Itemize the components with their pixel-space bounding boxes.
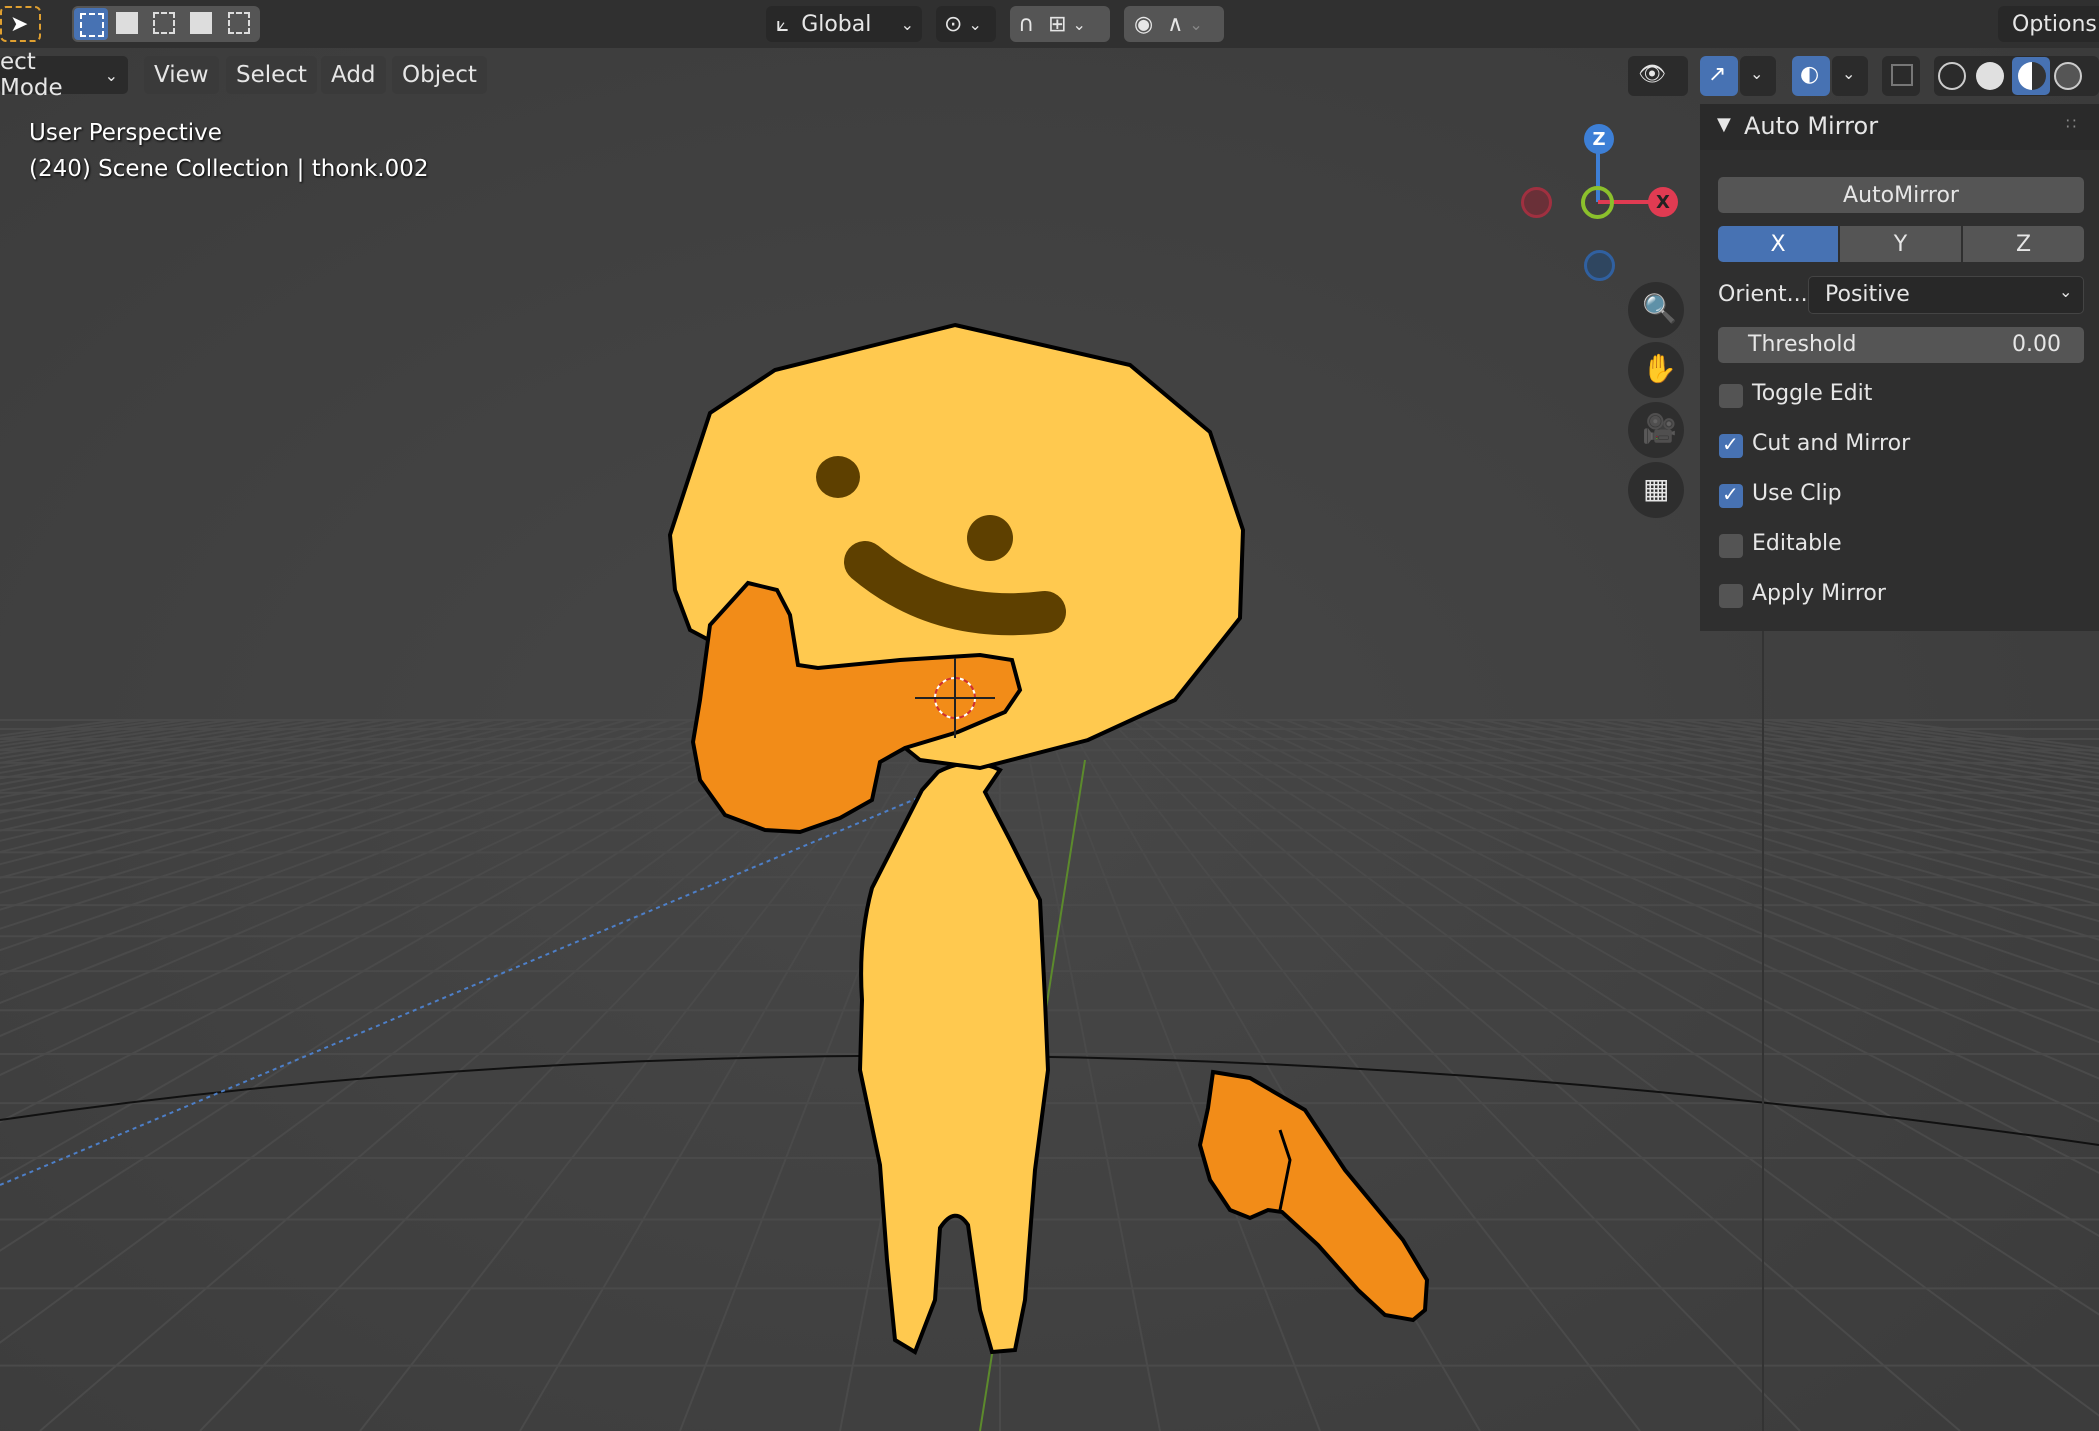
mode-dropdown[interactable]: ect Mode ⌄ <box>0 49 128 101</box>
chevron-down-icon: ⌄ <box>1189 14 1203 34</box>
scene-collection-label: (240) Scene Collection | thonk.002 <box>29 156 429 182</box>
xray-toggle[interactable] <box>1882 56 1920 96</box>
chevron-down-icon: ⌄ <box>2059 282 2073 301</box>
object-visibility-dropdown[interactable]: 👁 <box>1628 56 1688 96</box>
zoom-button[interactable]: 🔍 <box>1628 282 1684 338</box>
gizmo-icon: ↗ <box>1708 62 1727 87</box>
cut-and-mirror-label: Cut and Mirror <box>1752 431 1911 456</box>
eye-icon: 👁 <box>1638 62 1666 87</box>
pivot-point-dropdown[interactable]: ⊙ ⌄ <box>936 6 996 42</box>
orient-dropdown[interactable]: Positive ⌄ <box>1808 276 2084 314</box>
axis-y-button[interactable]: Y <box>1840 226 1961 262</box>
orient-label: Orient... <box>1718 282 1808 307</box>
view-perspective-label: User Perspective <box>29 120 222 146</box>
select-box-icon <box>80 13 104 37</box>
gizmo-toggle[interactable]: ↗ <box>1700 56 1738 96</box>
select-subtract-icon[interactable] <box>153 12 175 34</box>
snap-toggle[interactable]: ∩ ⊞ ⌄ <box>1010 6 1110 42</box>
snap-increment-icon: ⊞ <box>1048 11 1067 37</box>
pivot-icon: ⊙ <box>944 11 963 37</box>
camera-icon: 🎥 <box>1642 412 1677 445</box>
threshold-label: Threshold <box>1748 332 1857 357</box>
overlay-icon: ◐ <box>1800 62 1820 87</box>
use-clip-label: Use Clip <box>1752 481 1842 506</box>
panel-header[interactable]: ▼ Auto Mirror ∷ <box>1700 104 2099 150</box>
overlay-toggle[interactable]: ◐ <box>1792 56 1830 96</box>
gizmo-dropdown[interactable]: ⌄ <box>1740 56 1776 96</box>
material-preview-icon <box>2018 62 2046 90</box>
automirror-button[interactable]: AutoMirror <box>1718 177 2084 213</box>
view-menu[interactable]: View <box>144 56 219 94</box>
camera-view-button[interactable]: 🎥 <box>1628 402 1684 458</box>
zoom-icon: 🔍 <box>1642 292 1677 325</box>
object-menu[interactable]: Object <box>392 56 487 94</box>
z-axis-label: Z <box>1592 128 1606 150</box>
select-intersect-icon[interactable] <box>228 12 250 34</box>
chevron-down-icon: ⌄ <box>900 14 914 34</box>
cursor-icon: ➤ <box>10 11 29 37</box>
select-tool-button[interactable]: ➤ <box>0 6 41 42</box>
magnet-icon: ∩ <box>1018 11 1035 37</box>
add-menu[interactable]: Add <box>321 56 386 94</box>
cut-and-mirror-checkbox[interactable]: ✓ <box>1719 432 1743 458</box>
falloff-icon: ∧ <box>1167 11 1184 37</box>
transform-orientation-dropdown[interactable]: ⟀ Global ⌄ <box>766 6 922 42</box>
chevron-down-icon: ⌄ <box>1750 64 1764 83</box>
grid-icon: ▦ <box>1643 472 1670 505</box>
solid-shading-button[interactable] <box>1976 62 2004 90</box>
chevron-down-icon: ⌄ <box>1842 64 1856 83</box>
toggle-perspective-button[interactable]: ▦ <box>1628 462 1684 518</box>
drag-handle-icon[interactable]: ∷ <box>2066 114 2076 133</box>
wireframe-shading-button[interactable] <box>1938 62 1966 90</box>
proportional-icon: ◉ <box>1134 11 1154 37</box>
select-invert-icon[interactable] <box>190 12 212 34</box>
editable-label: Editable <box>1752 531 1842 556</box>
axis-z-button[interactable]: Z <box>1963 226 2084 262</box>
checkmark-icon: ✓ <box>1722 482 1739 506</box>
mode-label: ect Mode <box>0 49 63 101</box>
chevron-down-icon: ⌄ <box>1072 14 1086 34</box>
gizmo-neg-x-axis[interactable] <box>1521 187 1552 218</box>
left-eye <box>816 456 860 498</box>
x-axis-label: X <box>1656 191 1670 213</box>
checkmark-icon: ✓ <box>1722 432 1739 456</box>
rendered-shading-button[interactable] <box>2054 62 2082 90</box>
collapse-triangle-icon: ▼ <box>1717 114 1731 135</box>
threshold-field[interactable]: Threshold 0.00 <box>1718 327 2084 363</box>
gizmo-neg-z-axis[interactable] <box>1584 250 1615 281</box>
axis-x-button[interactable]: X <box>1718 226 1838 262</box>
threshold-value: 0.00 <box>2012 332 2061 357</box>
gizmo-x-axis[interactable]: X <box>1648 187 1678 217</box>
orientation-icon: ⟀ <box>776 11 790 37</box>
orient-value: Positive <box>1825 282 1910 307</box>
gizmo-y-axis[interactable] <box>1581 186 1614 219</box>
pan-button[interactable]: ✋ <box>1628 342 1684 398</box>
options-label: Options <box>2012 11 2097 37</box>
use-clip-checkbox[interactable]: ✓ <box>1719 482 1743 508</box>
panel-title: Auto Mirror <box>1744 112 1879 140</box>
overlay-dropdown[interactable]: ⌄ <box>1832 56 1868 96</box>
apply-mirror-checkbox[interactable] <box>1719 584 1743 608</box>
toggle-edit-checkbox[interactable] <box>1719 384 1743 408</box>
select-extend-icon[interactable] <box>116 12 138 34</box>
proportional-editing-toggle[interactable]: ◉ ∧ ⌄ <box>1124 6 1224 42</box>
xray-icon <box>1891 64 1913 86</box>
transform-orientation-label: Global <box>801 11 872 37</box>
editable-checkbox[interactable] <box>1719 534 1743 558</box>
gizmo-z-axis[interactable]: Z <box>1584 124 1614 154</box>
right-eye <box>967 515 1013 561</box>
header-bar: ➤ ⟀ Global ⌄ ⊙ ⌄ ∩ ⊞ ⌄ ◉ ∧ ⌄ Options <box>0 0 2099 48</box>
chevron-down-icon: ⌄ <box>104 65 118 85</box>
toggle-edit-label: Toggle Edit <box>1752 381 1873 406</box>
options-dropdown[interactable]: Options <box>1998 6 2099 42</box>
select-menu[interactable]: Select <box>226 56 317 94</box>
chevron-down-icon: ⌄ <box>968 14 982 34</box>
apply-mirror-label: Apply Mirror <box>1752 581 1886 606</box>
hand-icon: ✋ <box>1642 352 1677 385</box>
